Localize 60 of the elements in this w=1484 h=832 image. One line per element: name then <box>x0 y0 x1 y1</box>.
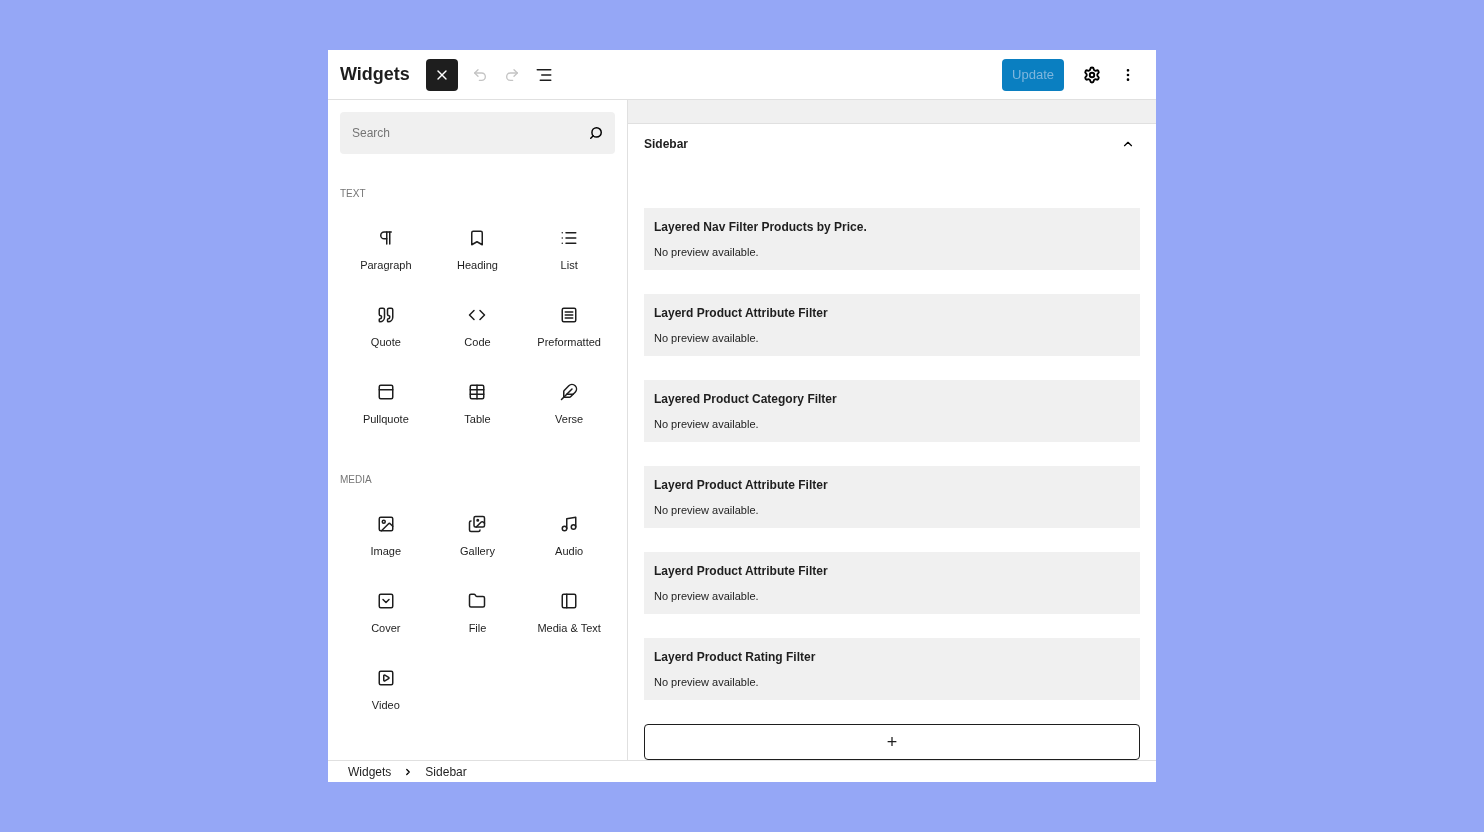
block-item[interactable]: Audio <box>523 507 615 584</box>
image-icon <box>376 515 395 533</box>
gallery-icon <box>468 515 487 533</box>
preformatted-icon <box>560 306 579 324</box>
feather-icon <box>560 383 579 401</box>
list-icon <box>560 229 579 247</box>
block-item[interactable]: Preformatted <box>523 298 615 375</box>
widget-card[interactable]: Layered Nav Filter Products by Price. No preview available. <box>644 208 1140 270</box>
settings-icon <box>1083 65 1101 84</box>
category-heading: MEDIA <box>340 473 373 487</box>
block-item[interactable]: Pullquote <box>340 375 432 452</box>
block-item[interactable]: List <box>523 221 615 298</box>
block-item[interactable]: Quote <box>340 298 432 375</box>
media-text-icon <box>560 592 579 610</box>
widget-preview-text: No preview available. <box>654 416 760 432</box>
block-item[interactable]: Table <box>431 375 524 452</box>
widget-card[interactable]: Layerd Product Attribute Filter No preview available. <box>644 466 1140 528</box>
widget-card[interactable]: Layerd Product Attribute Filter No preview available. <box>644 294 1140 356</box>
category-heading: TEXT <box>340 187 367 201</box>
quote-icon <box>376 306 395 324</box>
block-item[interactable]: Gallery <box>431 507 524 584</box>
widget-card[interactable]: Layerd Product Attribute Filter No preview available. <box>644 552 1140 614</box>
folder-icon <box>468 592 487 610</box>
widget-title: Layerd Product Attribute Filter <box>654 476 829 494</box>
undo-icon <box>471 66 488 83</box>
pullquote-icon <box>376 383 395 401</box>
widget-title: Layerd Product Attribute Filter <box>654 304 829 322</box>
video-icon <box>376 669 395 687</box>
widget-card[interactable]: Layered Product Category Filter No preview available. <box>644 380 1140 442</box>
search-icon <box>589 126 603 140</box>
block-item[interactable]: Cover <box>340 584 432 661</box>
widget-title: Layered Nav Filter Products by Price. <box>654 218 868 236</box>
breadcrumb-link[interactable]: Widgets <box>348 762 392 781</box>
widget-preview-text: No preview available. <box>654 674 760 690</box>
inserter-toggle-button[interactable] <box>425 58 458 91</box>
widget-preview-text: No preview available. <box>654 244 760 260</box>
panel-title: Sidebar <box>644 135 688 153</box>
block-item[interactable]: Heading <box>431 221 524 298</box>
search-field[interactable]: Search <box>340 112 615 154</box>
window-title: Widgets <box>340 63 410 86</box>
add-block-button[interactable]: + <box>644 724 1140 760</box>
block-item[interactable]: File <box>431 584 524 661</box>
music-note-icon <box>560 515 579 533</box>
block-item[interactable]: Code <box>431 298 524 375</box>
block-item[interactable]: Paragraph <box>340 221 432 298</box>
redo-icon <box>503 66 520 83</box>
widget-card[interactable]: Layerd Product Rating Filter No preview available. <box>644 638 1140 700</box>
block-item[interactable]: Verse <box>523 375 615 452</box>
breadcrumb-link[interactable]: Sidebar <box>425 762 467 781</box>
block-item[interactable]: Video <box>340 661 432 738</box>
widget-preview-text: No preview available. <box>654 502 760 518</box>
widget-title: Layerd Product Rating Filter <box>654 648 817 666</box>
widget-title: Layerd Product Attribute Filter <box>654 562 829 580</box>
block-item[interactable]: Media & Text <box>523 584 615 661</box>
search-input[interactable]: Search <box>352 124 589 142</box>
widget-preview-text: No preview available. <box>654 330 760 346</box>
table-icon <box>468 383 487 401</box>
widget-preview-text: No preview available. <box>654 588 760 604</box>
block-item[interactable]: Image <box>340 507 432 584</box>
widget-title: Layered Product Category Filter <box>654 390 838 408</box>
